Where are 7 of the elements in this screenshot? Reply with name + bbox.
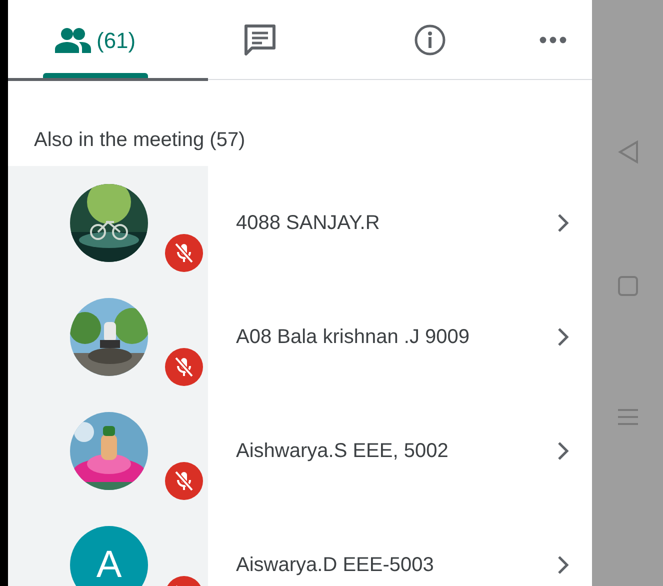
participant-name: A08 Bala krishnan .J 9009 [236,325,470,350]
section-title: Also in the meeting (57) [33,128,246,153]
people-tab[interactable]: (61) [42,0,148,80]
participant-name: Aiswarya.D EEE-5003 [236,553,435,578]
participant-name: Aishwarya.S EEE, 5002 [236,439,450,464]
participant-name: 4088 SANJAY.R [236,211,381,236]
avatar: A [70,526,148,586]
